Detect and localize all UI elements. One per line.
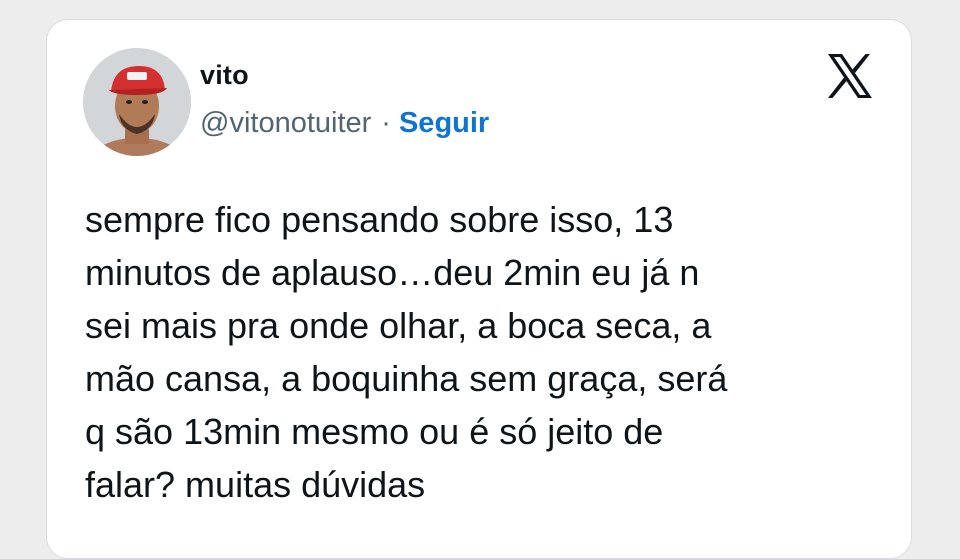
follow-button[interactable]: Seguir [399,107,489,139]
tweet-text: sempre fico pensando sobre isso, 13 minu… [85,199,728,505]
author-handle[interactable]: @vitonotuiter [200,107,371,139]
profile-photo [83,48,191,156]
x-logo-icon[interactable] [825,51,875,101]
author-name[interactable]: vito [200,60,249,91]
separator-dot: · [381,107,391,139]
tweet-card: vito @vitonotuiter · Seguir sempre fico pe… [46,19,912,559]
author-meta: @vitonotuiter · Seguir [200,107,489,140]
avatar[interactable] [83,48,191,156]
